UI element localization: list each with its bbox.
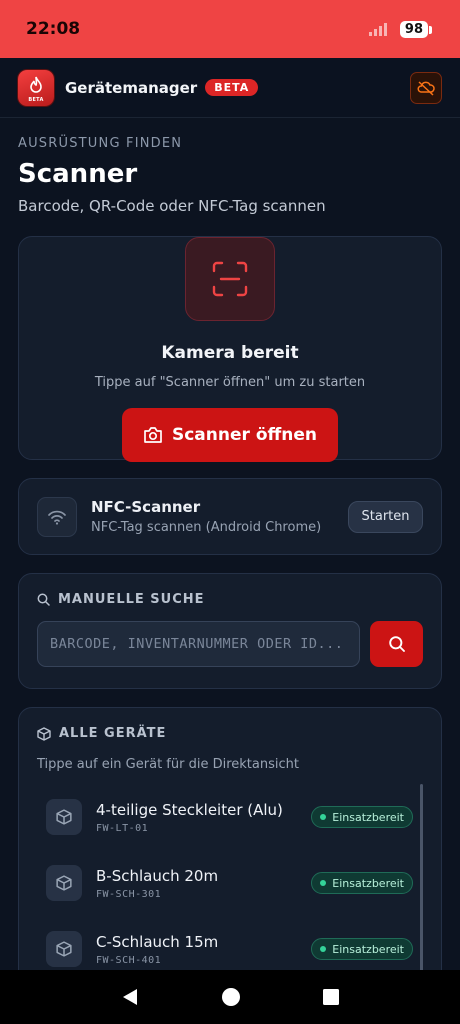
nfc-subtitle: NFC-Tag scannen (Android Chrome) xyxy=(91,520,322,535)
main-content: AUSRÜSTUNG FINDEN Scanner Barcode, QR-Co… xyxy=(18,118,442,987)
cloud-off-icon xyxy=(417,81,435,96)
status-dot xyxy=(320,880,327,886)
devices-hint: Tippe auf ein Gerät für die Direktansich… xyxy=(37,757,299,772)
search-input[interactable] xyxy=(37,621,360,667)
scanner-frame xyxy=(185,237,275,321)
app-title: Gerätemanager xyxy=(65,78,198,97)
nfc-text: NFC-Scanner NFC-Tag scannen (Android Chr… xyxy=(91,498,348,535)
nfc-card: NFC-Scanner NFC-Tag scannen (Android Chr… xyxy=(18,478,442,555)
status-icons: 98 xyxy=(368,20,433,38)
device-box-icon xyxy=(46,931,82,967)
recents-icon[interactable] xyxy=(322,988,340,1006)
status-badge: Einsatzbereit xyxy=(311,806,413,828)
status-bar: 22:08 98 xyxy=(0,0,460,58)
device-text: B-Schlauch 20m FW-SCH-301 xyxy=(96,867,311,900)
nfc-icon-box xyxy=(37,496,77,537)
page-eyebrow: AUSRÜSTUNG FINDEN xyxy=(18,136,183,151)
search-button[interactable] xyxy=(370,621,423,667)
status-badge: Einsatzbereit xyxy=(311,872,413,894)
device-list: 4-teilige Steckleiter (Alu) FW-LT-01 Ein… xyxy=(37,784,423,982)
search-row xyxy=(37,621,423,667)
device-name: B-Schlauch 20m xyxy=(96,866,219,885)
logo-beta-text: BETA xyxy=(28,96,44,103)
device-row[interactable]: B-Schlauch 20m FW-SCH-301 Einsatzbereit xyxy=(37,850,423,916)
devices-heading: ALLE GERÄTE xyxy=(37,726,423,741)
nfc-title: NFC-Scanner xyxy=(91,498,201,516)
home-icon[interactable] xyxy=(221,987,241,1007)
camera-hint: Tippe auf "Scanner öffnen" um zu starten xyxy=(94,375,366,390)
device-box-icon xyxy=(46,799,82,835)
device-id: FW-LT-01 xyxy=(96,822,149,834)
device-name: 4-teilige Steckleiter (Alu) xyxy=(96,800,283,819)
camera-icon xyxy=(144,427,162,443)
wifi-icon xyxy=(48,510,66,525)
offline-toggle-button[interactable] xyxy=(410,72,442,104)
battery-indicator: 98 xyxy=(399,20,433,38)
device-name: C-Schlauch 15m xyxy=(96,932,219,951)
signal-icon xyxy=(368,23,387,36)
device-text: 4-teilige Steckleiter (Alu) FW-LT-01 xyxy=(96,801,311,834)
manual-search-card: MANUELLE SUCHE xyxy=(18,573,442,689)
scan-icon xyxy=(212,261,248,297)
open-scanner-button[interactable]: Scanner öffnen xyxy=(122,408,338,462)
system-nav-bar xyxy=(0,970,460,1024)
camera-status-title: Kamera bereit xyxy=(161,343,299,363)
box-icon xyxy=(37,726,51,741)
back-icon[interactable] xyxy=(120,987,140,1007)
flame-icon xyxy=(30,76,42,93)
app-logo[interactable]: BETA xyxy=(18,69,54,106)
manual-search-label: MANUELLE SUCHE xyxy=(58,592,205,607)
device-id: FW-SCH-401 xyxy=(96,954,162,966)
open-scanner-label: Scanner öffnen xyxy=(171,425,317,445)
nfc-start-button[interactable]: Starten xyxy=(348,500,423,533)
devices-card: ALLE GERÄTE Tippe auf ein Gerät für die … xyxy=(18,707,442,987)
app-bar: BETA Gerätemanager BETA xyxy=(0,58,460,118)
devices-label: ALLE GERÄTE xyxy=(59,726,167,741)
device-id: FW-SCH-301 xyxy=(96,888,162,900)
page-subtitle: Barcode, QR-Code oder NFC-Tag scannen xyxy=(18,197,326,215)
status-dot xyxy=(320,814,327,820)
beta-badge: BETA xyxy=(205,79,259,96)
device-row[interactable]: 4-teilige Steckleiter (Alu) FW-LT-01 Ein… xyxy=(37,784,423,850)
status-time: 22:08 xyxy=(26,19,81,39)
list-scrollbar[interactable] xyxy=(420,784,423,974)
status-label: Einsatzbereit xyxy=(332,810,404,824)
device-box-icon xyxy=(46,865,82,901)
status-label: Einsatzbereit xyxy=(332,876,404,890)
manual-search-heading: MANUELLE SUCHE xyxy=(37,592,423,607)
search-icon xyxy=(388,636,405,652)
scanner-card: Kamera bereit Tippe auf "Scanner öffnen"… xyxy=(18,236,442,462)
page-title: Scanner xyxy=(18,159,138,189)
status-dot xyxy=(320,946,327,952)
search-icon xyxy=(37,593,50,606)
status-label: Einsatzbereit xyxy=(332,942,404,956)
status-badge: Einsatzbereit xyxy=(311,938,413,960)
device-text: C-Schlauch 15m FW-SCH-401 xyxy=(96,933,311,966)
